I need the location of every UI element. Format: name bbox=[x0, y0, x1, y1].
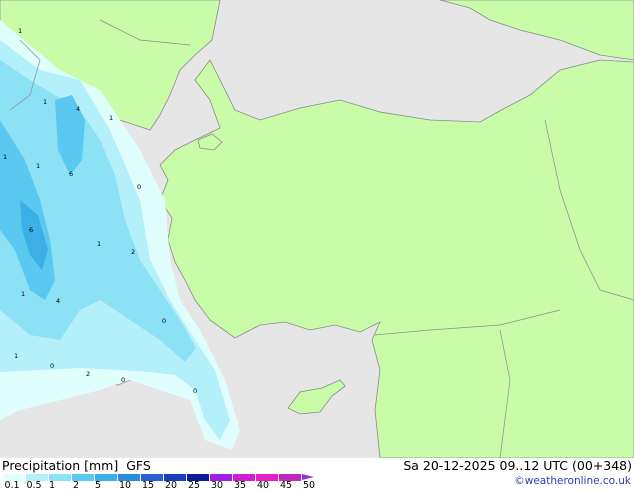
point-value: 6 bbox=[69, 170, 73, 178]
legend-tick: 5 bbox=[94, 480, 102, 491]
point-value: 0 bbox=[162, 317, 166, 325]
point-value: 1 bbox=[97, 240, 101, 248]
legend-tick: 10 bbox=[118, 480, 132, 491]
legend-tick: 35 bbox=[233, 480, 247, 491]
legend-tick: 40 bbox=[256, 480, 270, 491]
point-value: 1 bbox=[43, 98, 47, 106]
point-value: 1 bbox=[36, 162, 40, 170]
legend-tick: 30 bbox=[210, 480, 224, 491]
point-value: 1 bbox=[21, 290, 25, 298]
point-value: 6 bbox=[29, 226, 33, 234]
legend-tick: 50 bbox=[302, 480, 316, 491]
legend-tick: 45 bbox=[279, 480, 293, 491]
point-value: 0 bbox=[193, 387, 197, 395]
point-value: 2 bbox=[86, 370, 90, 378]
legend-tick: 0.1 bbox=[4, 480, 20, 491]
footer: Precipitation [mm] GFS Sa 20-12-2025 09..… bbox=[0, 458, 634, 491]
legend-tick: 1 bbox=[48, 480, 56, 491]
point-value: 1 bbox=[3, 153, 7, 161]
credit-link[interactable]: ©weatheronline.co.uk bbox=[514, 475, 631, 487]
model-name: GFS bbox=[126, 458, 151, 473]
legend-tick: 2 bbox=[72, 480, 80, 491]
point-value: 2 bbox=[131, 248, 135, 256]
legend-tick: 25 bbox=[187, 480, 201, 491]
title-text: Precipitation [mm] bbox=[2, 458, 119, 473]
map-title: Precipitation [mm] GFS bbox=[2, 458, 151, 473]
point-value: 0 bbox=[50, 362, 54, 370]
point-value: 4 bbox=[56, 297, 60, 305]
legend-tick: 15 bbox=[141, 480, 155, 491]
point-value: 1 bbox=[18, 27, 22, 35]
legend-tick: 0.5 bbox=[26, 480, 42, 491]
point-value: 1 bbox=[109, 114, 113, 122]
precipitation-map: 1 1 4 1 1 6 0 1 6 1 2 1 4 0 1 0 2 0 0 bbox=[0, 0, 634, 458]
valid-time: Sa 20-12-2025 09..12 UTC (00+348) bbox=[403, 458, 632, 473]
point-value: 0 bbox=[121, 376, 125, 384]
legend-tick: 20 bbox=[164, 480, 178, 491]
point-value: 1 bbox=[14, 352, 18, 360]
point-value: 4 bbox=[76, 105, 80, 113]
legend-tick-labels: 0.1 0.5 1 2 5 10 15 20 25 30 35 40 45 50 bbox=[0, 480, 340, 491]
point-value: 0 bbox=[137, 183, 141, 191]
